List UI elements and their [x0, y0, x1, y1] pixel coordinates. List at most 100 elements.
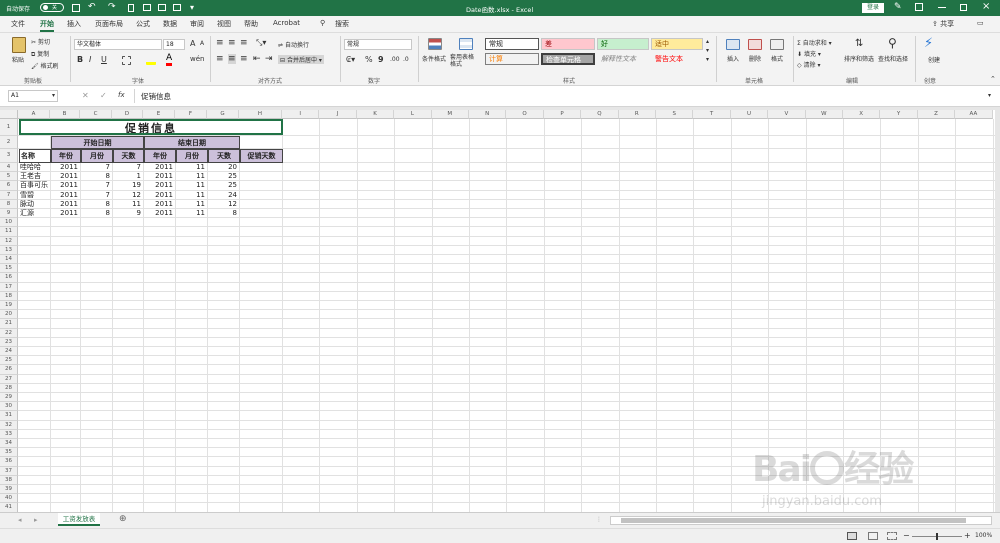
value-cell[interactable]: 7 — [112, 163, 143, 172]
new-file-icon[interactable] — [128, 4, 134, 12]
sheet-tab-active[interactable]: 工资发放表 — [58, 513, 100, 526]
row-header-36[interactable]: 36 — [0, 457, 18, 467]
value-cell[interactable]: 11 — [175, 181, 207, 190]
row-header-18[interactable]: 18 — [0, 291, 18, 301]
row-header-6[interactable]: 6 — [0, 181, 18, 191]
percent-button[interactable]: % — [365, 55, 373, 64]
cancel-edit-icon[interactable]: ✕ — [82, 91, 89, 100]
row-header-2[interactable]: 2 — [0, 136, 18, 149]
column-header-u[interactable]: U — [730, 110, 769, 119]
next-sheet-icon[interactable]: ▸ — [34, 516, 38, 524]
column-header-w[interactable]: W — [805, 110, 843, 119]
find-select-icon[interactable]: ⚲ — [888, 36, 897, 50]
value-cell[interactable]: 7 — [80, 163, 112, 172]
row-header-37[interactable]: 37 — [0, 466, 18, 476]
style-bad[interactable]: 差 — [541, 38, 595, 50]
value-cell[interactable]: 2011 — [50, 181, 80, 190]
paste-button[interactable]: 粘贴 — [12, 55, 24, 64]
end-month-header[interactable]: 月份 — [176, 149, 208, 163]
row-header-38[interactable]: 38 — [0, 475, 18, 485]
insert-cells-button[interactable]: 插入 — [727, 54, 739, 63]
value-cell[interactable]: 11 — [175, 163, 207, 172]
product-name-cell[interactable]: 哇哈哈 — [18, 163, 50, 172]
end-day-header[interactable]: 天数 — [208, 149, 240, 163]
value-cell[interactable]: 11 — [175, 191, 207, 200]
style-check-cell[interactable]: 检查单元格 — [541, 53, 595, 65]
align-top-icon[interactable]: ≡ — [216, 38, 224, 48]
row-header-16[interactable]: 16 — [0, 273, 18, 283]
value-cell[interactable]: 2011 — [50, 200, 80, 209]
row-header-14[interactable]: 14 — [0, 255, 18, 265]
font-name-select[interactable]: 华文楷体 — [74, 39, 162, 50]
underline-button[interactable]: U — [101, 55, 107, 64]
value-cell[interactable]: 11 — [175, 200, 207, 209]
conditional-format-button[interactable]: 条件格式 — [422, 54, 446, 63]
style-explanatory[interactable]: 解释性文本 — [597, 53, 649, 65]
conditional-format-icon[interactable] — [428, 38, 442, 50]
start-month-header[interactable]: 月份 — [81, 149, 113, 163]
column-header-k[interactable]: K — [356, 110, 395, 119]
clear-button[interactable]: ◇ 清除 ▾ — [797, 60, 820, 69]
column-header-g[interactable]: G — [207, 110, 239, 119]
value-cell[interactable]: 12 — [207, 200, 239, 209]
select-all-corner[interactable] — [0, 110, 18, 119]
font-size-select[interactable]: 18 — [163, 39, 185, 50]
create-button[interactable]: 创建 — [928, 55, 940, 64]
fill-color-icon[interactable] — [146, 56, 156, 65]
border-icon[interactable] — [122, 56, 131, 65]
column-header-aa[interactable]: AA — [955, 110, 993, 119]
value-cell[interactable]: 8 — [80, 200, 112, 209]
tab-data[interactable]: 数据 — [163, 19, 177, 29]
product-name-cell[interactable]: 脉动 — [18, 200, 50, 209]
align-middle-icon[interactable]: ≡ — [228, 38, 236, 48]
restore-icon[interactable] — [960, 4, 967, 11]
row-header-8[interactable]: 8 — [0, 199, 18, 209]
row-header-7[interactable]: 7 — [0, 190, 18, 200]
row-header-28[interactable]: 28 — [0, 383, 18, 393]
row-header-24[interactable]: 24 — [0, 347, 18, 357]
align-bottom-icon[interactable]: ≡ — [240, 38, 248, 48]
add-sheet-icon[interactable]: ⊕ — [119, 514, 127, 524]
value-cell[interactable]: 8 — [80, 209, 112, 218]
shrink-font-button[interactable]: A — [200, 40, 204, 47]
value-cell[interactable]: 25 — [207, 181, 239, 190]
value-cell[interactable]: 2011 — [50, 163, 80, 172]
product-name-cell[interactable]: 汇源 — [18, 209, 50, 218]
increase-indent-icon[interactable]: ⇥ — [265, 54, 273, 64]
style-calculation[interactable]: 计算 — [485, 53, 539, 65]
value-cell[interactable]: 8 — [80, 172, 112, 181]
insert-cells-icon[interactable] — [726, 39, 740, 50]
pen-icon[interactable]: ✎ — [894, 2, 902, 12]
row-header-9[interactable]: 9 — [0, 209, 18, 219]
print-icon[interactable] — [158, 4, 166, 11]
value-cell[interactable]: 2011 — [143, 191, 175, 200]
column-header-z[interactable]: Z — [917, 110, 956, 119]
styles-scroll-icon[interactable]: ▴ ▾ ▾ — [706, 37, 709, 64]
comma-button[interactable]: 9 — [378, 55, 384, 64]
column-header-y[interactable]: Y — [880, 110, 918, 119]
column-header-h[interactable]: H — [239, 110, 282, 119]
number-format-select[interactable]: 常规 — [344, 39, 412, 50]
row-header-25[interactable]: 25 — [0, 356, 18, 366]
format-cells-icon[interactable] — [770, 39, 784, 50]
delete-cells-icon[interactable] — [748, 39, 762, 50]
column-header-m[interactable]: M — [431, 110, 469, 119]
wrap-text-button[interactable]: ⇌ 自动换行 — [278, 40, 309, 49]
value-cell[interactable]: 19 — [112, 181, 143, 190]
currency-icon[interactable]: ₢▾ — [346, 55, 355, 64]
tab-page-layout[interactable]: 页面布局 — [95, 19, 123, 29]
tab-file[interactable]: 文件 — [11, 19, 25, 29]
value-cell[interactable]: 20 — [207, 163, 239, 172]
row-header-35[interactable]: 35 — [0, 448, 18, 458]
column-header-x[interactable]: X — [843, 110, 881, 119]
autosave-toggle[interactable]: 关 — [40, 3, 64, 12]
column-header-e[interactable]: E — [143, 110, 175, 119]
table-format-button[interactable]: 套用表格格式 — [450, 54, 478, 68]
row-header-3[interactable]: 3 — [0, 149, 18, 163]
row-header-32[interactable]: 32 — [0, 420, 18, 430]
value-cell[interactable]: 2011 — [50, 172, 80, 181]
column-header-i[interactable]: I — [282, 110, 320, 119]
column-header-r[interactable]: R — [618, 110, 656, 119]
column-header-l[interactable]: L — [394, 110, 432, 119]
confirm-edit-icon[interactable]: ✓ — [100, 91, 107, 100]
